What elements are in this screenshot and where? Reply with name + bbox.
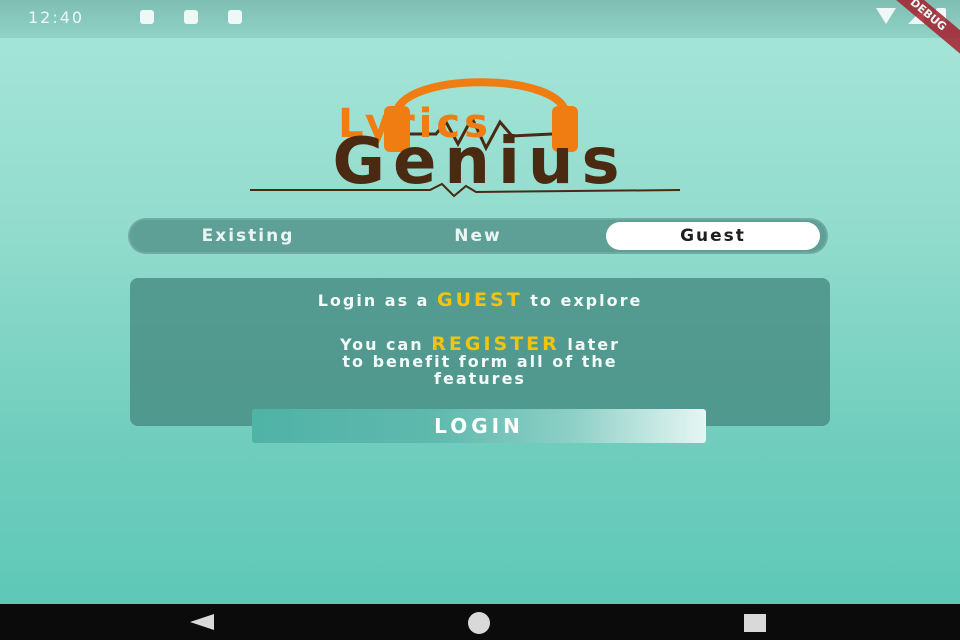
guest-message-suffix: to explore [522,291,643,310]
back-icon[interactable] [190,614,214,630]
app-logo: Lyrics Genius [180,52,780,202]
login-mode-tabs: Existing New Guest [128,218,828,254]
notification-icon [140,10,154,24]
tab-new[interactable]: New [378,218,578,254]
guest-message-prefix: Login as a [317,291,438,310]
guest-info-card: Login as a GUEST to explore You can REGI… [130,278,830,426]
wifi-icon [876,8,896,24]
recents-icon[interactable] [744,614,766,632]
sd-card-icon [184,10,198,24]
settings-icon [228,10,242,24]
benefit-message-line: to benefit form all of the [342,352,618,371]
guest-message-line: Login as a GUEST to explore [130,289,830,311]
register-message-line: You can REGISTER later [130,335,830,354]
app-screen: 12:40 DEBUG Lyrics Genius Existing New G… [0,0,960,640]
features-message-line: features [434,369,526,388]
logo-wave-line [250,182,680,198]
login-button[interactable]: LOGIN [252,409,706,443]
home-icon[interactable] [468,612,490,634]
status-time: 12:40 [28,8,85,27]
tab-guest[interactable]: Guest [606,222,820,250]
notification-icons [140,10,242,24]
guest-highlight: GUEST [437,289,523,311]
status-bar: 12:40 DEBUG [0,0,960,61]
navigation-bar [0,604,960,640]
tab-existing[interactable]: Existing [148,218,348,254]
